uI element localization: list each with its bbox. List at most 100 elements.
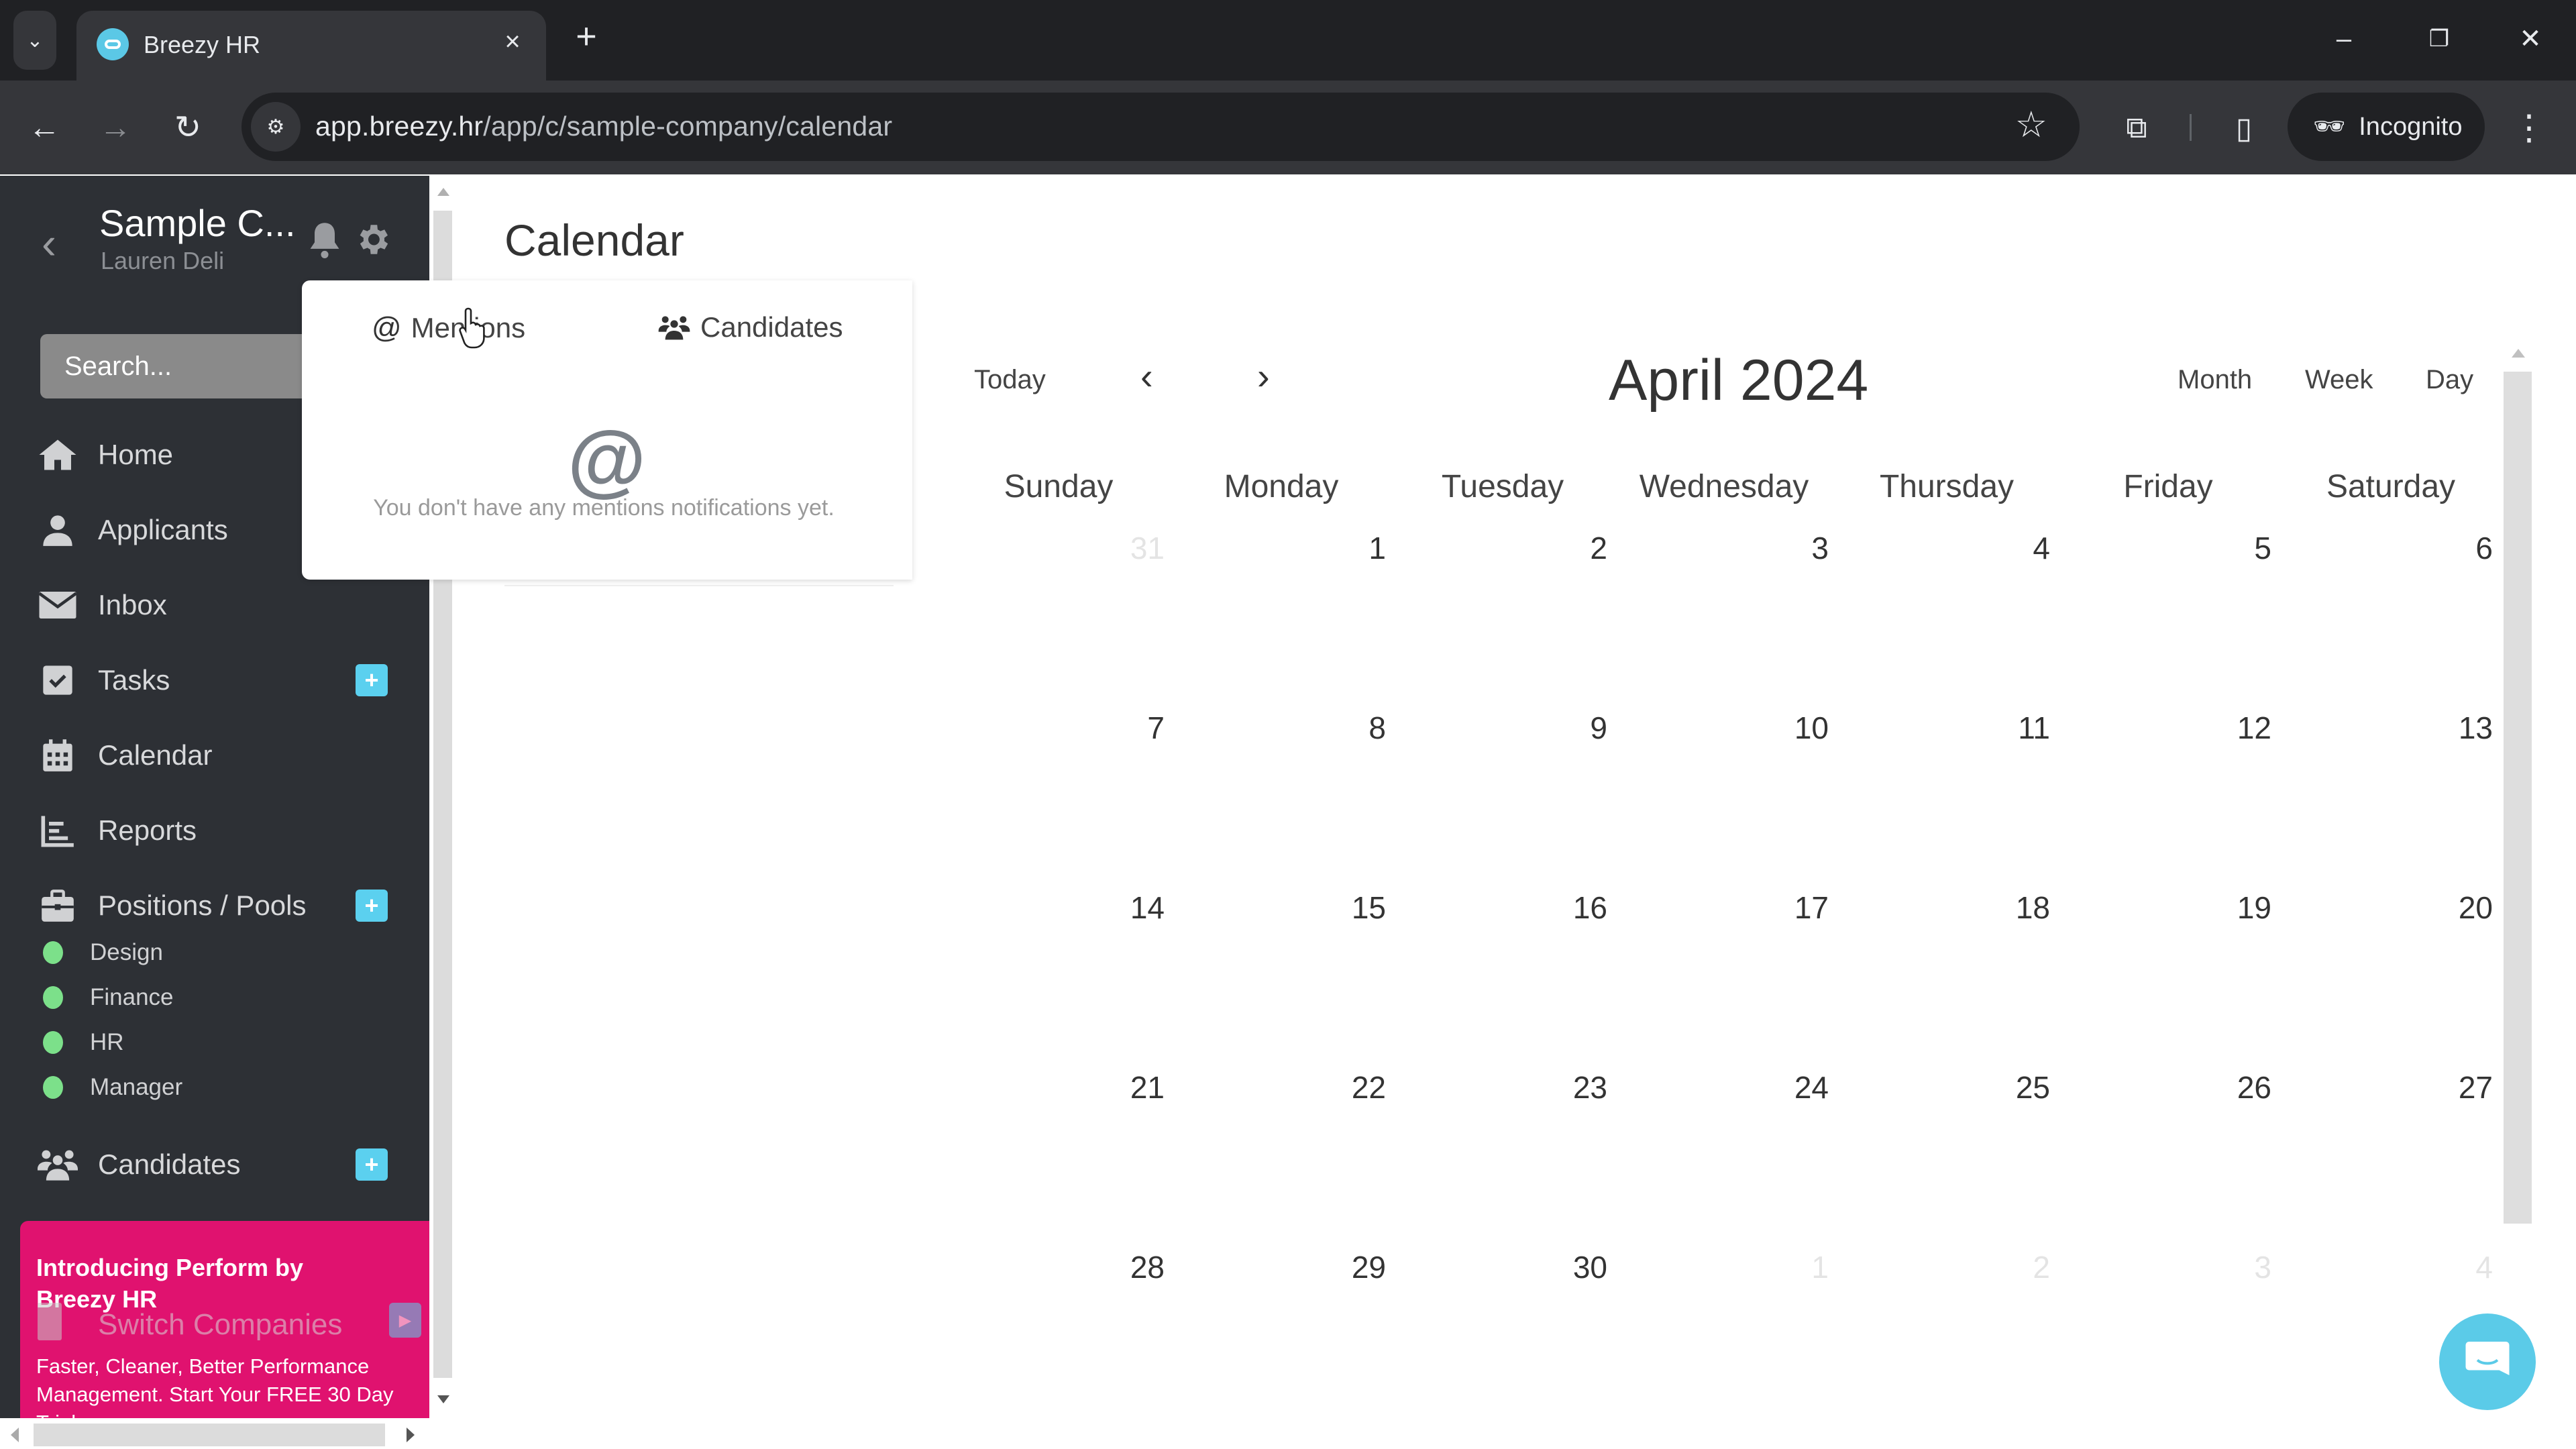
sidebar-horizontal-scrollbar[interactable] xyxy=(0,1418,429,1449)
calendar-day[interactable]: 26 xyxy=(2204,1069,2271,1106)
next-month-button[interactable]: › xyxy=(1257,354,1270,398)
calendar-day[interactable]: 20 xyxy=(2426,890,2493,926)
calendar-day[interactable]: 14 xyxy=(1097,890,1165,926)
sidebar-item-candidates[interactable]: Candidates xyxy=(38,1138,400,1191)
minimize-button[interactable]: – xyxy=(2310,12,2377,66)
calendar-day[interactable]: 8 xyxy=(1319,710,1386,746)
restore-button[interactable]: ❐ xyxy=(2406,12,2473,66)
add-candidate-button[interactable]: + xyxy=(356,1148,388,1181)
status-dot xyxy=(43,1031,63,1054)
calendar-day[interactable]: 16 xyxy=(1540,890,1607,926)
calendar-day-outside-month[interactable]: 4 xyxy=(2426,1249,2493,1285)
chevron-right-icon[interactable]: ▶ xyxy=(389,1303,421,1338)
users-icon xyxy=(658,316,690,340)
calendar-day[interactable]: 17 xyxy=(1762,890,1829,926)
calendar-vertical-scrollbar[interactable] xyxy=(2502,349,2532,1228)
calendar-day[interactable]: 4 xyxy=(1983,530,2050,566)
bookmark-star-icon[interactable]: ☆ xyxy=(2015,103,2047,146)
calendar-day[interactable]: 9 xyxy=(1540,710,1607,746)
sidebar-item-tasks[interactable]: Tasks xyxy=(38,653,400,707)
calendar-day-outside-month[interactable]: 2 xyxy=(1983,1249,2050,1285)
arrow-left-icon: ← xyxy=(28,109,60,146)
forward-button[interactable]: → xyxy=(89,101,142,154)
scroll-up-arrow[interactable] xyxy=(2512,349,2525,358)
tune-icon: ⚙ xyxy=(266,115,285,138)
calendar-day[interactable]: 1 xyxy=(1319,530,1386,566)
calendar-day[interactable]: 21 xyxy=(1097,1069,1165,1106)
weekday-header-wednesday: Wednesday xyxy=(1639,469,1809,504)
browser-tab-active[interactable]: Breezy HR × xyxy=(76,11,546,80)
prev-month-button[interactable]: ‹ xyxy=(1140,354,1153,398)
add-position-button[interactable]: + xyxy=(356,890,388,922)
view-week-button[interactable]: Week xyxy=(2305,365,2373,395)
calendar-day-outside-month[interactable]: 3 xyxy=(2204,1249,2271,1285)
browser-menu-button[interactable]: ⋮ xyxy=(2509,105,2549,152)
tab-label: Candidates xyxy=(700,311,843,343)
sidebar-item-positions[interactable]: Positions / Pools xyxy=(38,879,400,932)
scrollbar-thumb[interactable] xyxy=(2504,372,2532,1224)
building-icon xyxy=(38,1303,62,1340)
view-month-button[interactable]: Month xyxy=(2178,365,2252,395)
add-task-button[interactable]: + xyxy=(356,664,388,696)
scroll-up-arrow[interactable] xyxy=(437,188,449,196)
url-domain: app.breezy.hr xyxy=(315,111,484,142)
calendar-day[interactable]: 24 xyxy=(1762,1069,1829,1106)
calendar-day[interactable]: 28 xyxy=(1097,1249,1165,1285)
address-bar[interactable]: ⚙ app.breezy.hr/app/c/sample-company/cal… xyxy=(241,93,2080,161)
switch-companies-item[interactable]: Switch Companies ▶ xyxy=(38,1303,427,1350)
tab-candidates[interactable]: Candidates xyxy=(657,311,843,343)
calendar-day[interactable]: 11 xyxy=(1983,710,2050,746)
chevron-down-icon: ⌄ xyxy=(26,29,44,52)
calendar-day[interactable]: 3 xyxy=(1762,530,1829,566)
calendar-day[interactable]: 6 xyxy=(2426,530,2493,566)
reload-button[interactable]: ↻ xyxy=(161,101,215,154)
tab-search-button[interactable]: ⌄ xyxy=(13,11,56,70)
calendar-day[interactable]: 13 xyxy=(2426,710,2493,746)
user-icon xyxy=(43,515,72,546)
calendar-day[interactable]: 30 xyxy=(1540,1249,1607,1285)
calendar-day[interactable]: 25 xyxy=(1983,1069,2050,1106)
scroll-down-arrow[interactable] xyxy=(437,1395,449,1403)
sidebar-item-inbox[interactable]: Inbox xyxy=(38,578,400,632)
scrollbar-thumb[interactable] xyxy=(34,1424,385,1446)
bell-icon[interactable] xyxy=(307,220,342,260)
scroll-left-arrow[interactable] xyxy=(11,1428,19,1442)
company-name[interactable]: Sample C... xyxy=(99,201,296,245)
calendar-day-outside-month[interactable]: 31 xyxy=(1097,530,1165,566)
calendar-day[interactable]: 22 xyxy=(1319,1069,1386,1106)
new-tab-button[interactable]: + xyxy=(568,16,605,56)
calendar-day[interactable]: 29 xyxy=(1319,1249,1386,1285)
calendar-day[interactable]: 23 xyxy=(1540,1069,1607,1106)
calendar-day[interactable]: 15 xyxy=(1319,890,1386,926)
pool-item-design[interactable]: Design xyxy=(43,934,163,971)
collapse-sidebar-button[interactable]: ‹ xyxy=(42,217,56,268)
close-window-button[interactable]: ✕ xyxy=(2497,12,2564,66)
back-button[interactable]: ← xyxy=(17,101,71,154)
calendar-day[interactable]: 12 xyxy=(2204,710,2271,746)
chat-launcher-button[interactable] xyxy=(2439,1313,2536,1410)
site-info-button[interactable]: ⚙ xyxy=(251,102,301,152)
pool-item-finance[interactable]: Finance xyxy=(43,979,174,1016)
url-text[interactable]: app.breezy.hr/app/c/sample-company/calen… xyxy=(315,111,892,142)
calendar-day[interactable]: 10 xyxy=(1762,710,1829,746)
calendar-day-outside-month[interactable]: 1 xyxy=(1762,1249,1829,1285)
calendar-day[interactable]: 7 xyxy=(1097,710,1165,746)
today-button[interactable]: Today xyxy=(974,365,1046,395)
side-panel-icon[interactable]: ▯ xyxy=(2220,105,2267,152)
sidebar-item-reports[interactable]: Reports xyxy=(38,804,400,857)
pool-item-manager[interactable]: Manager xyxy=(43,1069,182,1106)
view-day-button[interactable]: Day xyxy=(2426,365,2473,395)
sidebar-item-calendar[interactable]: Calendar xyxy=(38,729,400,782)
tab-close-button[interactable]: × xyxy=(496,25,529,58)
extensions-icon[interactable]: ⧉ xyxy=(2113,105,2160,152)
calendar-day[interactable]: 2 xyxy=(1540,530,1607,566)
pool-item-hr[interactable]: HR xyxy=(43,1024,124,1061)
incognito-badge[interactable]: 🕶 Incognito xyxy=(2288,93,2485,161)
gear-icon[interactable] xyxy=(353,220,392,259)
calendar-day[interactable]: 18 xyxy=(1983,890,2050,926)
calendar-day[interactable]: 5 xyxy=(2204,530,2271,566)
scroll-right-arrow[interactable] xyxy=(407,1428,415,1442)
tab-mentions[interactable]: @ Mentions xyxy=(372,311,525,345)
calendar-day[interactable]: 27 xyxy=(2426,1069,2493,1106)
calendar-day[interactable]: 19 xyxy=(2204,890,2271,926)
